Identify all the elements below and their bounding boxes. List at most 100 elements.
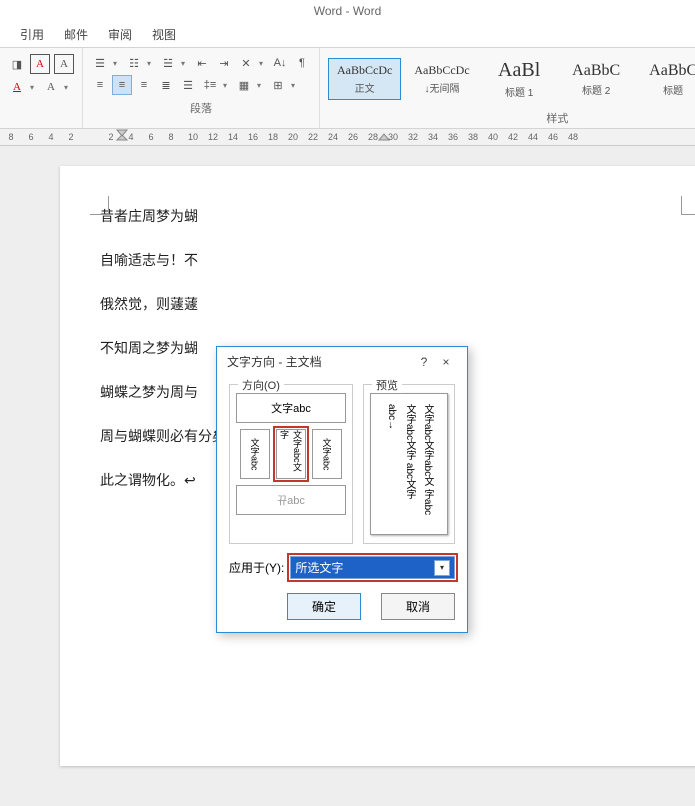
ruler-mark: 16 xyxy=(248,132,254,142)
style-preview: AaBbC xyxy=(649,62,695,80)
borders-icon[interactable]: ⊞ xyxy=(269,76,287,94)
ruler-mark: 20 xyxy=(288,132,294,142)
dropdown-icon[interactable]: ▾ xyxy=(113,59,121,68)
style-标题 2[interactable]: AaBbC标题 2 xyxy=(560,57,633,102)
dropdown-icon[interactable]: ▾ xyxy=(223,81,231,90)
margin-corner-icon xyxy=(681,196,695,215)
dropdown-icon[interactable]: ▾ xyxy=(291,81,299,90)
dir-option-flip[interactable]: 뀨abc xyxy=(236,485,346,515)
ruler-mark: 24 xyxy=(328,132,334,142)
bullets-icon[interactable]: ☰ xyxy=(91,54,109,72)
ruler: 8642246810121416182022242628303234363840… xyxy=(0,129,695,146)
tab-review[interactable]: 审阅 xyxy=(108,26,132,43)
style-name: 正文 xyxy=(355,80,375,95)
dropdown-icon[interactable]: ▾ xyxy=(259,59,267,68)
ruler-mark: 18 xyxy=(268,132,274,142)
text-line[interactable]: 俄然觉，则蘧蘧 xyxy=(100,294,660,314)
styles-gallery: AaBbCcDc正文AaBbCcDc↓无间隔AaBl标题 1AaBbC标题 2A… xyxy=(328,54,695,104)
dropdown-icon[interactable]: ▾ xyxy=(257,81,265,90)
dir-option-vertical-1[interactable]: 文字abc xyxy=(240,429,270,479)
dropdown-icon[interactable]: ▾ xyxy=(147,59,155,68)
numbering-icon[interactable]: ☷ xyxy=(125,54,143,72)
increase-indent-icon[interactable]: ⇥ xyxy=(215,54,233,72)
close-button[interactable]: × xyxy=(435,355,457,369)
text-line[interactable]: 自喻适志与！不 xyxy=(100,250,660,270)
sort-icon[interactable]: A↓ xyxy=(271,54,289,72)
chevron-down-icon[interactable]: ▾ xyxy=(434,560,450,576)
preview-legend: 预览 xyxy=(372,377,402,393)
dropdown-icon[interactable]: ▾ xyxy=(30,83,38,92)
eraser-icon[interactable]: ◨ xyxy=(8,55,26,73)
style-name: ↓无间隔 xyxy=(424,80,459,95)
document-area: 昔者庄周梦为蝴自喻适志与！不俄然觉，则蘧蘧不知周之梦为蝴蝴蝶之梦为周与周与蝴蝶则… xyxy=(0,146,695,806)
text-direction-icon[interactable]: ✕ xyxy=(237,54,255,72)
ruler-mark: 44 xyxy=(528,132,534,142)
align-justify-icon[interactable]: ≣ xyxy=(157,76,175,94)
help-button[interactable]: ? xyxy=(413,355,435,369)
indent-marker-icon[interactable] xyxy=(116,129,128,143)
direction-group: 方向(O) 文字abc 文字abc 文字abc文字 文字abc 뀨abc xyxy=(229,384,353,544)
ruler-mark: 40 xyxy=(488,132,494,142)
cancel-button[interactable]: 取消 xyxy=(381,593,455,620)
style-标题 1[interactable]: AaBl 标题 1 xyxy=(483,54,556,104)
dropdown-icon[interactable]: ▾ xyxy=(181,59,189,68)
ruler-mark: 12 xyxy=(208,132,214,142)
align-center-icon[interactable]: ≡ xyxy=(113,76,131,94)
align-right-icon[interactable]: ≡ xyxy=(135,76,153,94)
line-spacing-icon[interactable]: ‡≡ xyxy=(201,76,219,94)
dialog-title: 文字方向 - 主文档 xyxy=(227,353,322,370)
dir-option-vertical-3[interactable]: 文字abc xyxy=(312,429,342,479)
style-正文[interactable]: AaBbCcDc 正文 xyxy=(328,58,401,100)
style-标题[interactable]: AaBbC 标题 xyxy=(637,57,695,102)
tab-mailings[interactable]: 邮件 xyxy=(64,26,88,43)
tab-references[interactable]: 引用 xyxy=(20,26,44,43)
preview-text: 文字abc文字abc文 字abc文字abc文字 abc文字abc→ xyxy=(382,404,436,524)
style-preview: AaBbCcDc xyxy=(337,63,392,78)
app-title: Word - Word xyxy=(0,0,695,22)
ruler-mark: 38 xyxy=(468,132,474,142)
apply-to-label: 应用于(Y): xyxy=(229,559,284,576)
right-indent-marker-icon[interactable] xyxy=(378,129,390,143)
group-paragraph-label: 段落 xyxy=(91,98,311,116)
char-shading-icon[interactable]: A xyxy=(42,78,60,96)
preview-box: 文字abc文字abc文 字abc文字abc文字 abc文字abc→ xyxy=(370,393,448,535)
style-preview: AaBl xyxy=(498,59,540,82)
style-↓无间隔[interactable]: AaBbCcDc↓无间隔 xyxy=(405,58,478,100)
style-name: 标题 xyxy=(663,82,683,97)
show-marks-icon[interactable]: ¶ xyxy=(293,54,311,72)
group-font-label xyxy=(8,100,74,114)
ruler-mark: 34 xyxy=(428,132,434,142)
char-box-icon[interactable]: A xyxy=(54,54,74,74)
dir-option-horizontal[interactable]: 文字abc xyxy=(236,393,346,423)
style-name: 标题 2 xyxy=(582,82,610,97)
dir-option-vertical-2[interactable]: 文字abc文字 xyxy=(276,429,306,479)
ruler-mark: 22 xyxy=(308,132,314,142)
text-line[interactable]: 昔者庄周梦为蝴 xyxy=(100,206,660,226)
margin-corner-icon xyxy=(90,196,109,215)
ruler-mark: 4 xyxy=(128,132,134,142)
align-left-icon[interactable]: ≡ xyxy=(91,76,109,94)
tab-view[interactable]: 视图 xyxy=(152,26,176,43)
decrease-indent-icon[interactable]: ⇤ xyxy=(193,54,211,72)
ruler-mark: 36 xyxy=(448,132,454,142)
multilevel-icon[interactable]: ☱ xyxy=(159,54,177,72)
ok-button[interactable]: 确定 xyxy=(287,593,361,620)
style-name: 标题 1 xyxy=(505,84,533,99)
shading-icon[interactable]: ▦ xyxy=(235,76,253,94)
ruler-mark: 6 xyxy=(148,132,154,142)
font-color-icon[interactable]: A xyxy=(8,78,26,96)
ruler-mark: 8 xyxy=(168,132,174,142)
ruler-mark: 28 xyxy=(368,132,374,142)
ruler-mark: 10 xyxy=(188,132,194,142)
char-border-icon[interactable]: A xyxy=(30,54,50,74)
dropdown-icon[interactable]: ▾ xyxy=(64,83,72,92)
ruler-mark: 42 xyxy=(508,132,514,142)
apply-to-select[interactable]: 所选文字 ▾ xyxy=(290,556,455,579)
ribbon-tabs: 引用 邮件 审阅 视图 xyxy=(0,22,695,48)
align-distribute-icon[interactable]: ☰ xyxy=(179,76,197,94)
apply-to-value: 所选文字 xyxy=(295,559,343,576)
direction-legend: 方向(O) xyxy=(238,377,284,393)
ruler-mark: 32 xyxy=(408,132,414,142)
ruler-mark: 46 xyxy=(548,132,554,142)
text-direction-dialog: 文字方向 - 主文档 ? × 方向(O) 文字abc 文字abc 文字abc文字… xyxy=(216,346,468,633)
